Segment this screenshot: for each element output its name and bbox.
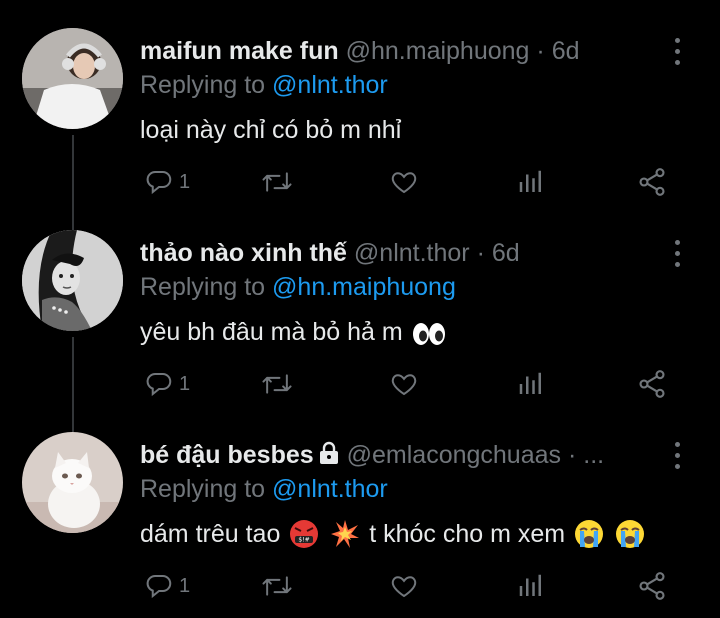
tweet-text: yêu bh đâu mà bỏ hả m [140,312,448,359]
retweet-button[interactable] [261,568,293,604]
tweet-text-content: loại này chỉ có bỏ m nhỉ [140,116,402,144]
tweet-text: loại này chỉ có bỏ m nhỉ [140,110,401,150]
lock-icon [318,440,340,472]
views-icon [519,372,541,394]
tweet-header: bé đậu besbes @emlacongchuaas · ... [140,438,670,472]
reply-count: 1 [179,574,191,597]
replying-prefix: Replying to [140,273,266,301]
views-button[interactable] [516,568,546,604]
avatar[interactable] [22,432,123,533]
user-handle[interactable]: @hn.maiphuong [346,37,530,65]
like-button[interactable] [388,366,420,402]
like-icon [391,576,417,598]
reply-button[interactable]: 1 [144,164,190,200]
retweet-button[interactable] [261,366,293,402]
action-bar: 1 [140,568,680,604]
share-icon [639,370,665,398]
retweet-icon [262,172,292,192]
like-icon [391,374,417,396]
timestamp[interactable]: 6d [492,239,520,267]
mention-link[interactable]: @nlnt.thor [272,475,388,503]
timestamp[interactable]: ... [583,441,604,469]
replying-to: Replying to @hn.maiphuong [140,270,456,304]
share-button[interactable] [636,366,668,402]
tweet-text-part1: dám trêu tao [140,520,281,548]
share-button[interactable] [636,164,668,200]
tweet[interactable]: maifun make fun @hn.maiphuong · 6d Reply… [0,0,720,202]
replying-to: Replying to @nlnt.thor [140,472,388,506]
svg-text:$!#: $!# [299,537,310,544]
avatar[interactable] [22,28,123,129]
tweet-header: maifun make fun @hn.maiphuong · 6d [140,34,670,68]
mention-link[interactable]: @hn.maiphuong [272,273,456,301]
crying-face-emoji [574,519,604,561]
retweet-icon [262,576,292,596]
like-icon [391,172,417,194]
like-button[interactable] [388,164,420,200]
tweet-text-content: yêu bh đâu mà bỏ hả m [140,318,403,346]
reply-icon [146,574,172,599]
reply-button[interactable]: 1 [144,366,190,402]
cursing-face-emoji: $!# [289,519,319,561]
collision-emoji [330,519,360,561]
tweet[interactable]: thảo nào xinh thế @nlnt.thor · 6d Replyi… [0,202,720,404]
share-icon [639,168,665,196]
eyes-emoji [412,319,446,359]
views-button[interactable] [516,366,546,402]
separator: · [567,441,577,469]
more-icon[interactable] [674,240,682,270]
retweet-button[interactable] [261,164,293,200]
reply-count: 1 [179,372,191,395]
separator: · [536,37,545,65]
crying-face-emoji [615,519,645,561]
like-button[interactable] [388,568,420,604]
replying-to: Replying to @nlnt.thor [140,68,388,102]
replying-prefix: Replying to [140,71,266,99]
avatar[interactable] [22,230,123,331]
tweet-text: dám trêu tao $!# t khóc cho m xem [140,514,647,561]
reply-icon [146,170,172,195]
action-bar: 1 [140,366,680,402]
views-icon [519,170,541,192]
replying-prefix: Replying to [140,475,266,503]
tweet-header: thảo nào xinh thế @nlnt.thor · 6d [140,236,670,270]
views-icon [519,574,541,596]
user-handle[interactable]: @emlacongchuaas [347,441,561,469]
timestamp[interactable]: 6d [552,37,580,65]
action-bar: 1 [140,164,680,200]
retweet-icon [262,374,292,394]
tweet-text-part2: t khóc cho m xem [369,520,566,548]
reply-count: 1 [179,170,191,193]
share-icon [639,572,665,600]
more-icon[interactable] [674,38,682,68]
tweet[interactable]: bé đậu besbes @emlacongchuaas · ... Repl… [0,404,720,606]
separator: · [476,239,485,267]
reply-icon [146,372,172,397]
more-icon[interactable] [674,442,682,472]
reply-button[interactable]: 1 [144,568,190,604]
display-name[interactable]: maifun make fun [140,37,339,65]
display-name[interactable]: thảo nào xinh thế [140,239,347,267]
user-handle[interactable]: @nlnt.thor [354,239,470,267]
display-name[interactable]: bé đậu besbes [140,441,314,469]
views-button[interactable] [516,164,546,200]
mention-link[interactable]: @nlnt.thor [272,71,388,99]
share-button[interactable] [636,568,668,604]
